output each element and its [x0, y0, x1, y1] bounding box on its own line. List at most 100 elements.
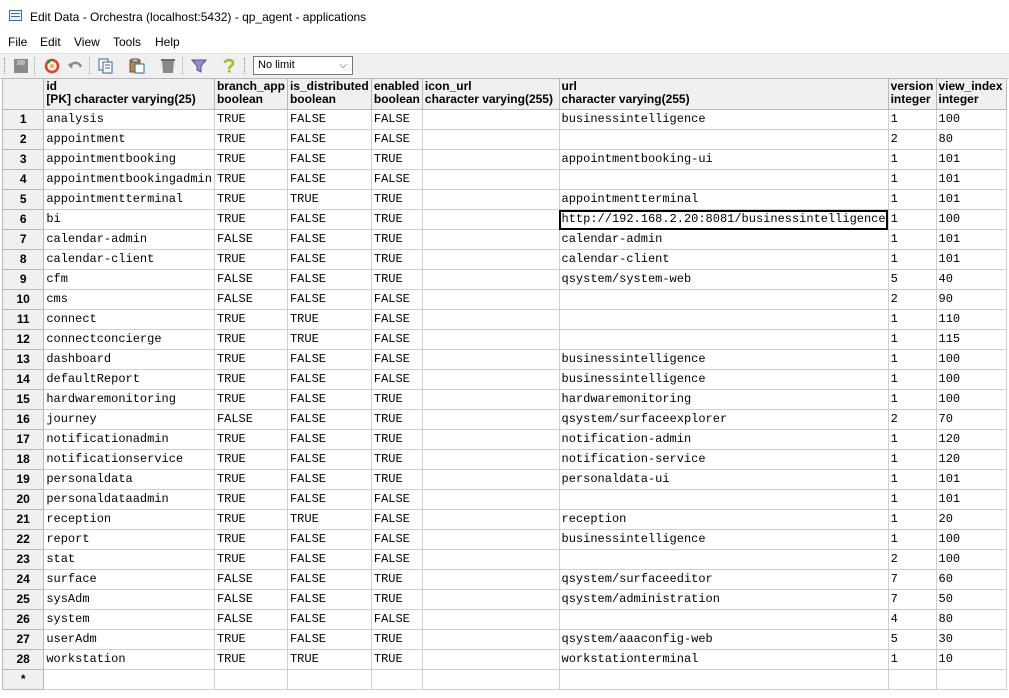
cell-branch-app[interactable]: TRUE: [213, 109, 288, 130]
cell-id[interactable]: journey: [43, 409, 215, 430]
cell-version[interactable]: 2: [887, 289, 937, 310]
cell-version[interactable]: 1: [887, 209, 937, 230]
cell-id[interactable]: reception: [43, 509, 215, 530]
cell-branch-app[interactable]: TRUE: [213, 169, 288, 190]
cell-id[interactable]: stat: [43, 549, 215, 570]
cell-icon-url[interactable]: [421, 369, 560, 390]
row-number[interactable]: 23: [2, 549, 45, 570]
cell-url[interactable]: qsystem/surfaceeditor: [558, 569, 889, 590]
cell-icon-url[interactable]: [421, 589, 560, 610]
cell-is-distributed[interactable]: FALSE: [286, 229, 372, 250]
new-cell-is-distributed[interactable]: [286, 669, 372, 690]
cell-branch-app[interactable]: TRUE: [213, 529, 288, 550]
cell-view-index[interactable]: 120: [935, 449, 1007, 470]
cell-version[interactable]: 7: [887, 589, 937, 610]
undo-icon[interactable]: [66, 57, 84, 75]
cell-id[interactable]: notificationservice: [43, 449, 215, 470]
row-number[interactable]: 21: [2, 509, 45, 530]
cell-enabled[interactable]: TRUE: [370, 269, 423, 290]
cell-id[interactable]: workstation: [43, 649, 215, 670]
new-cell-id[interactable]: [43, 669, 215, 690]
cell-icon-url[interactable]: [421, 189, 560, 210]
cell-view-index[interactable]: 20: [935, 509, 1007, 530]
menu-tools[interactable]: Tools: [113, 35, 141, 49]
cell-branch-app[interactable]: FALSE: [213, 609, 288, 630]
cell-icon-url[interactable]: [421, 249, 560, 270]
cell-enabled[interactable]: FALSE: [370, 509, 423, 530]
cell-version[interactable]: 1: [887, 369, 937, 390]
row-number[interactable]: 12: [2, 329, 45, 350]
cell-is-distributed[interactable]: FALSE: [286, 129, 372, 150]
row-number[interactable]: 17: [2, 429, 45, 450]
cell-version[interactable]: 1: [887, 449, 937, 470]
cell-url[interactable]: calendar-client: [558, 249, 889, 270]
cell-version[interactable]: 1: [887, 389, 937, 410]
new-cell-branch-app[interactable]: [213, 669, 288, 690]
cell-is-distributed[interactable]: FALSE: [286, 449, 372, 470]
cell-enabled[interactable]: FALSE: [370, 369, 423, 390]
cell-is-distributed[interactable]: TRUE: [286, 189, 372, 210]
cell-icon-url[interactable]: [421, 609, 560, 630]
cell-branch-app[interactable]: TRUE: [213, 649, 288, 670]
cell-id[interactable]: personaldataadmin: [43, 489, 215, 510]
cell-version[interactable]: 2: [887, 409, 937, 430]
cell-is-distributed[interactable]: FALSE: [286, 409, 372, 430]
cell-is-distributed[interactable]: FALSE: [286, 149, 372, 170]
cell-url[interactable]: hardwaremonitoring: [558, 389, 889, 410]
cell-url[interactable]: qsystem/surfaceexplorer: [558, 409, 889, 430]
cell-icon-url[interactable]: [421, 269, 560, 290]
row-number[interactable]: 18: [2, 449, 45, 470]
cell-is-distributed[interactable]: FALSE: [286, 489, 372, 510]
cell-is-distributed[interactable]: FALSE: [286, 589, 372, 610]
cell-branch-app[interactable]: TRUE: [213, 469, 288, 490]
cell-version[interactable]: 1: [887, 649, 937, 670]
cell-url[interactable]: [558, 489, 889, 510]
cell-enabled[interactable]: FALSE: [370, 289, 423, 310]
column-header-url[interactable]: url character varying(255): [558, 78, 889, 110]
column-header-is-distributed[interactable]: is_distributed boolean: [286, 78, 372, 110]
cell-icon-url[interactable]: [421, 509, 560, 530]
cell-enabled[interactable]: TRUE: [370, 189, 423, 210]
cell-enabled[interactable]: TRUE: [370, 149, 423, 170]
cell-url[interactable]: calendar-admin: [558, 229, 889, 250]
cell-branch-app[interactable]: TRUE: [213, 129, 288, 150]
cell-enabled[interactable]: FALSE: [370, 109, 423, 130]
cell-icon-url[interactable]: [421, 629, 560, 650]
cell-branch-app[interactable]: TRUE: [213, 489, 288, 510]
cell-version[interactable]: 2: [887, 549, 937, 570]
cell-id[interactable]: cms: [43, 289, 215, 310]
copy-icon[interactable]: [97, 57, 115, 75]
help-icon[interactable]: [220, 57, 238, 75]
cell-icon-url[interactable]: [421, 409, 560, 430]
cell-icon-url[interactable]: [421, 389, 560, 410]
column-header-version[interactable]: version integer: [887, 78, 937, 110]
row-number[interactable]: 22: [2, 529, 45, 550]
cell-is-distributed[interactable]: TRUE: [286, 329, 372, 350]
cell-view-index[interactable]: 100: [935, 549, 1007, 570]
cell-view-index[interactable]: 101: [935, 189, 1007, 210]
column-header-icon-url[interactable]: icon_url character varying(255): [421, 78, 560, 110]
cell-is-distributed[interactable]: FALSE: [286, 469, 372, 490]
cell-view-index[interactable]: 80: [935, 609, 1007, 630]
cell-id[interactable]: report: [43, 529, 215, 550]
cell-url[interactable]: businessintelligence: [558, 109, 889, 130]
cell-is-distributed[interactable]: FALSE: [286, 569, 372, 590]
cell-enabled[interactable]: FALSE: [370, 549, 423, 570]
row-number[interactable]: 26: [2, 609, 45, 630]
cell-url[interactable]: businessintelligence: [558, 369, 889, 390]
new-cell-view-index[interactable]: [935, 669, 1007, 690]
cell-enabled[interactable]: TRUE: [370, 429, 423, 450]
cell-view-index[interactable]: 80: [935, 129, 1007, 150]
cell-url[interactable]: personaldata-ui: [558, 469, 889, 490]
cell-url[interactable]: appointmentterminal: [558, 189, 889, 210]
cell-version[interactable]: 1: [887, 429, 937, 450]
cell-view-index[interactable]: 110: [935, 309, 1007, 330]
paste-icon[interactable]: [128, 57, 146, 75]
cell-icon-url[interactable]: [421, 149, 560, 170]
cell-is-distributed[interactable]: FALSE: [286, 269, 372, 290]
cell-id[interactable]: appointment: [43, 129, 215, 150]
cell-enabled[interactable]: FALSE: [370, 169, 423, 190]
cell-id[interactable]: bi: [43, 209, 215, 230]
cell-enabled[interactable]: FALSE: [370, 529, 423, 550]
cell-is-distributed[interactable]: FALSE: [286, 169, 372, 190]
